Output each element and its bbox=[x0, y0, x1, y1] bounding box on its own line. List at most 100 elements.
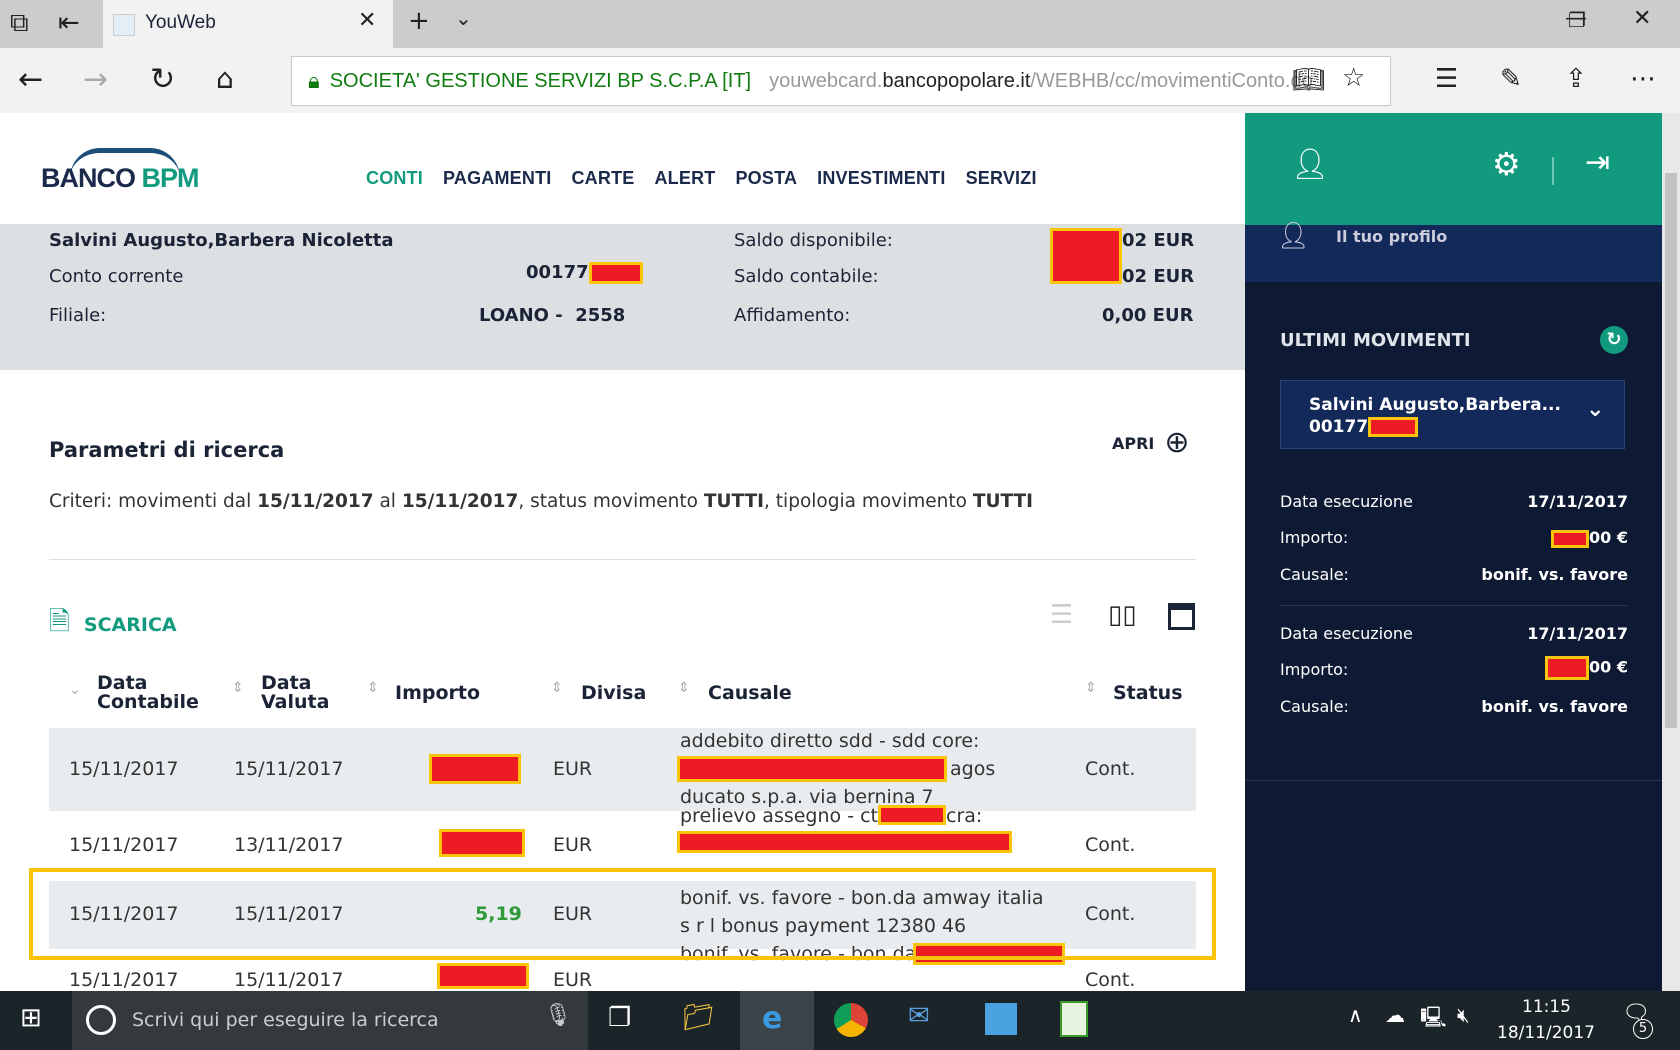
sort-icon[interactable]: ⇕ bbox=[1085, 680, 1097, 696]
menu-alert[interactable]: ALERT bbox=[654, 168, 715, 189]
gear-icon[interactable]: ⚙ bbox=[1492, 145, 1521, 183]
redaction bbox=[1368, 417, 1419, 437]
menu-posta[interactable]: POSTA bbox=[735, 168, 797, 189]
microphone-icon[interactable]: 🎙︎ bbox=[544, 1003, 572, 1028]
affidamento-value: 0,00 EUR bbox=[1102, 305, 1194, 326]
account-select[interactable]: Salvini Augusto,Barbera... 00177 ⌄ bbox=[1280, 380, 1625, 449]
set-aside-tabs-icon[interactable]: ⇤ bbox=[58, 8, 80, 38]
taskbar-search[interactable]: Scrivi qui per eseguire la ricerca 🎙︎ bbox=[72, 991, 588, 1050]
lock-icon: 🔒︎ bbox=[308, 68, 320, 93]
sort-icon[interactable]: ⇕ bbox=[551, 680, 563, 696]
redaction bbox=[437, 963, 529, 989]
profile-star-icon: 👤︎ bbox=[1277, 221, 1311, 251]
redaction bbox=[429, 754, 521, 784]
thunderbird-icon[interactable]: ✉ bbox=[908, 1001, 930, 1031]
notification-count: 5 bbox=[1633, 1019, 1653, 1039]
home-icon[interactable]: ⌂ bbox=[216, 62, 234, 95]
new-tab-icon[interactable]: + bbox=[408, 6, 430, 36]
header-status[interactable]: Status bbox=[1113, 684, 1183, 703]
sort-icon[interactable]: ⇕ bbox=[678, 680, 690, 696]
redaction bbox=[677, 831, 1012, 853]
close-icon[interactable]: ✕ bbox=[358, 8, 376, 33]
menu-servizi[interactable]: SERVIZI bbox=[966, 168, 1037, 189]
redaction bbox=[439, 829, 525, 857]
affidamento-label: Affidamento: bbox=[734, 305, 851, 326]
clock-date[interactable]: 18/11/2017 bbox=[1497, 1023, 1595, 1043]
url-domain: bancopopolare.it bbox=[882, 69, 1031, 92]
close-window-icon[interactable]: ✕ bbox=[1633, 6, 1651, 31]
header-data-contabile[interactable]: Data Contabile bbox=[97, 674, 199, 712]
back-icon[interactable]: ← bbox=[18, 62, 43, 97]
download-button[interactable]: 🗎︎ SCARICA bbox=[49, 603, 177, 647]
chevron-down-icon[interactable]: ⌄ bbox=[455, 6, 472, 30]
sidebar-toolbar: 👤︎ ⚙ ⇥ bbox=[1245, 113, 1662, 225]
cortana-icon bbox=[86, 1005, 116, 1035]
divider bbox=[49, 559, 1196, 560]
header-causale[interactable]: Causale bbox=[708, 684, 792, 703]
menu-conti[interactable]: CONTI bbox=[366, 168, 423, 189]
logout-icon[interactable]: ⇥ bbox=[1585, 145, 1610, 180]
saldo-disponibile-label: Saldo disponibile: bbox=[734, 230, 893, 251]
profile-link[interactable]: 👤︎ Il tuo profilo bbox=[1245, 221, 1662, 282]
sort-desc-icon[interactable]: ⌄ bbox=[69, 682, 81, 698]
table-row[interactable]: 15/11/2017 15/11/2017 EUR addebito diret… bbox=[49, 728, 1196, 811]
reading-view-icon[interactable]: 📖︎ bbox=[1292, 65, 1325, 95]
search-criteria: Criteri: movimenti dal 15/11/2017 al 15/… bbox=[49, 491, 1034, 512]
calc-icon[interactable] bbox=[1060, 1001, 1088, 1037]
edge-icon: e bbox=[762, 1001, 783, 1036]
tab-manager-icon[interactable]: ⧉ bbox=[10, 8, 29, 39]
logo[interactable]: BANCO BPM bbox=[41, 163, 200, 194]
ultimi-movimenti-title: ULTIMI MOVIMENTI bbox=[1280, 330, 1471, 351]
forward-icon[interactable]: → bbox=[83, 62, 108, 97]
header-importo[interactable]: Importo bbox=[395, 684, 480, 703]
control-panel-icon[interactable] bbox=[985, 1003, 1017, 1035]
favorites-hub-icon[interactable]: ☰ bbox=[1435, 64, 1458, 94]
sort-icon[interactable]: ⇕ bbox=[367, 680, 379, 696]
account-holder: Salvini Augusto,Barbera Nicoletta bbox=[49, 230, 394, 251]
favorite-star-icon[interactable]: ☆ bbox=[1342, 63, 1365, 93]
share-icon[interactable]: ⇪ bbox=[1565, 64, 1587, 94]
refresh-icon[interactable]: ↻ bbox=[1600, 326, 1628, 354]
open-button[interactable]: APRI ⊕ bbox=[1112, 428, 1190, 458]
menu-pagamenti[interactable]: PAGAMENTI bbox=[443, 168, 551, 189]
scrollbar[interactable] bbox=[1662, 113, 1680, 991]
task-view-icon[interactable]: ❐ bbox=[608, 1003, 631, 1033]
network-icon[interactable]: 🖳︎ bbox=[1420, 1003, 1447, 1037]
more-icon[interactable]: ⋯ bbox=[1630, 64, 1656, 94]
maximize-icon[interactable]: ❐ bbox=[1568, 8, 1586, 32]
list-view-icon[interactable]: ☰ bbox=[1050, 600, 1073, 630]
volume-muted-icon[interactable]: 🔇︎ bbox=[1457, 1003, 1470, 1027]
saldo-contabile-value: 02 EUR bbox=[1122, 266, 1195, 287]
sort-icon[interactable]: ⇕ bbox=[232, 680, 244, 696]
favicon bbox=[113, 14, 135, 36]
edge-app[interactable]: e bbox=[740, 991, 814, 1050]
chrome-icon[interactable] bbox=[834, 1003, 868, 1037]
menu-carte[interactable]: CARTE bbox=[571, 168, 634, 189]
refresh-icon[interactable]: ↻ bbox=[150, 62, 175, 97]
redaction bbox=[677, 756, 947, 782]
tab-youweb[interactable]: YouWeb ✕ bbox=[103, 0, 393, 48]
account-summary: Salvini Augusto,Barbera Nicoletta Conto … bbox=[0, 225, 1245, 370]
redaction bbox=[1545, 656, 1590, 680]
plus-circle-icon: ⊕ bbox=[1164, 425, 1190, 460]
tab-title: YouWeb bbox=[145, 12, 216, 33]
url-prefix: youwebcard. bbox=[769, 69, 883, 92]
highlight-annotation bbox=[29, 868, 1216, 960]
chart-view-icon[interactable]: ▯▯ bbox=[1108, 600, 1137, 630]
web-note-icon[interactable]: ✎ bbox=[1500, 64, 1522, 94]
user-icon[interactable]: 👤︎ bbox=[1291, 147, 1329, 182]
onedrive-icon[interactable]: ☁ bbox=[1385, 1003, 1405, 1027]
divider bbox=[1280, 605, 1628, 606]
file-explorer-icon[interactable]: 📁︎ bbox=[682, 1003, 715, 1033]
chevron-up-icon[interactable]: ∧ bbox=[1348, 1003, 1363, 1027]
table-header: ⌄ Data Contabile ⇕ Data Valuta ⇕ Importo… bbox=[49, 670, 1196, 720]
certificate-name: SOCIETA' GESTIONE SERVIZI BP S.C.P.A [IT… bbox=[329, 69, 752, 92]
windows-start-icon[interactable]: ⊞ bbox=[20, 1003, 42, 1033]
address-bar[interactable]: 🔒︎ SOCIETA' GESTIONE SERVIZI BP S.C.P.A … bbox=[291, 56, 1391, 106]
header-data-valuta[interactable]: Data Valuta bbox=[261, 674, 329, 712]
header-divisa[interactable]: Divisa bbox=[581, 684, 646, 703]
search-placeholder: Scrivi qui per eseguire la ricerca bbox=[132, 1009, 439, 1031]
clock-time[interactable]: 11:15 bbox=[1522, 997, 1571, 1017]
calendar-icon[interactable] bbox=[1168, 603, 1195, 630]
menu-investimenti[interactable]: INVESTIMENTI bbox=[817, 168, 945, 189]
